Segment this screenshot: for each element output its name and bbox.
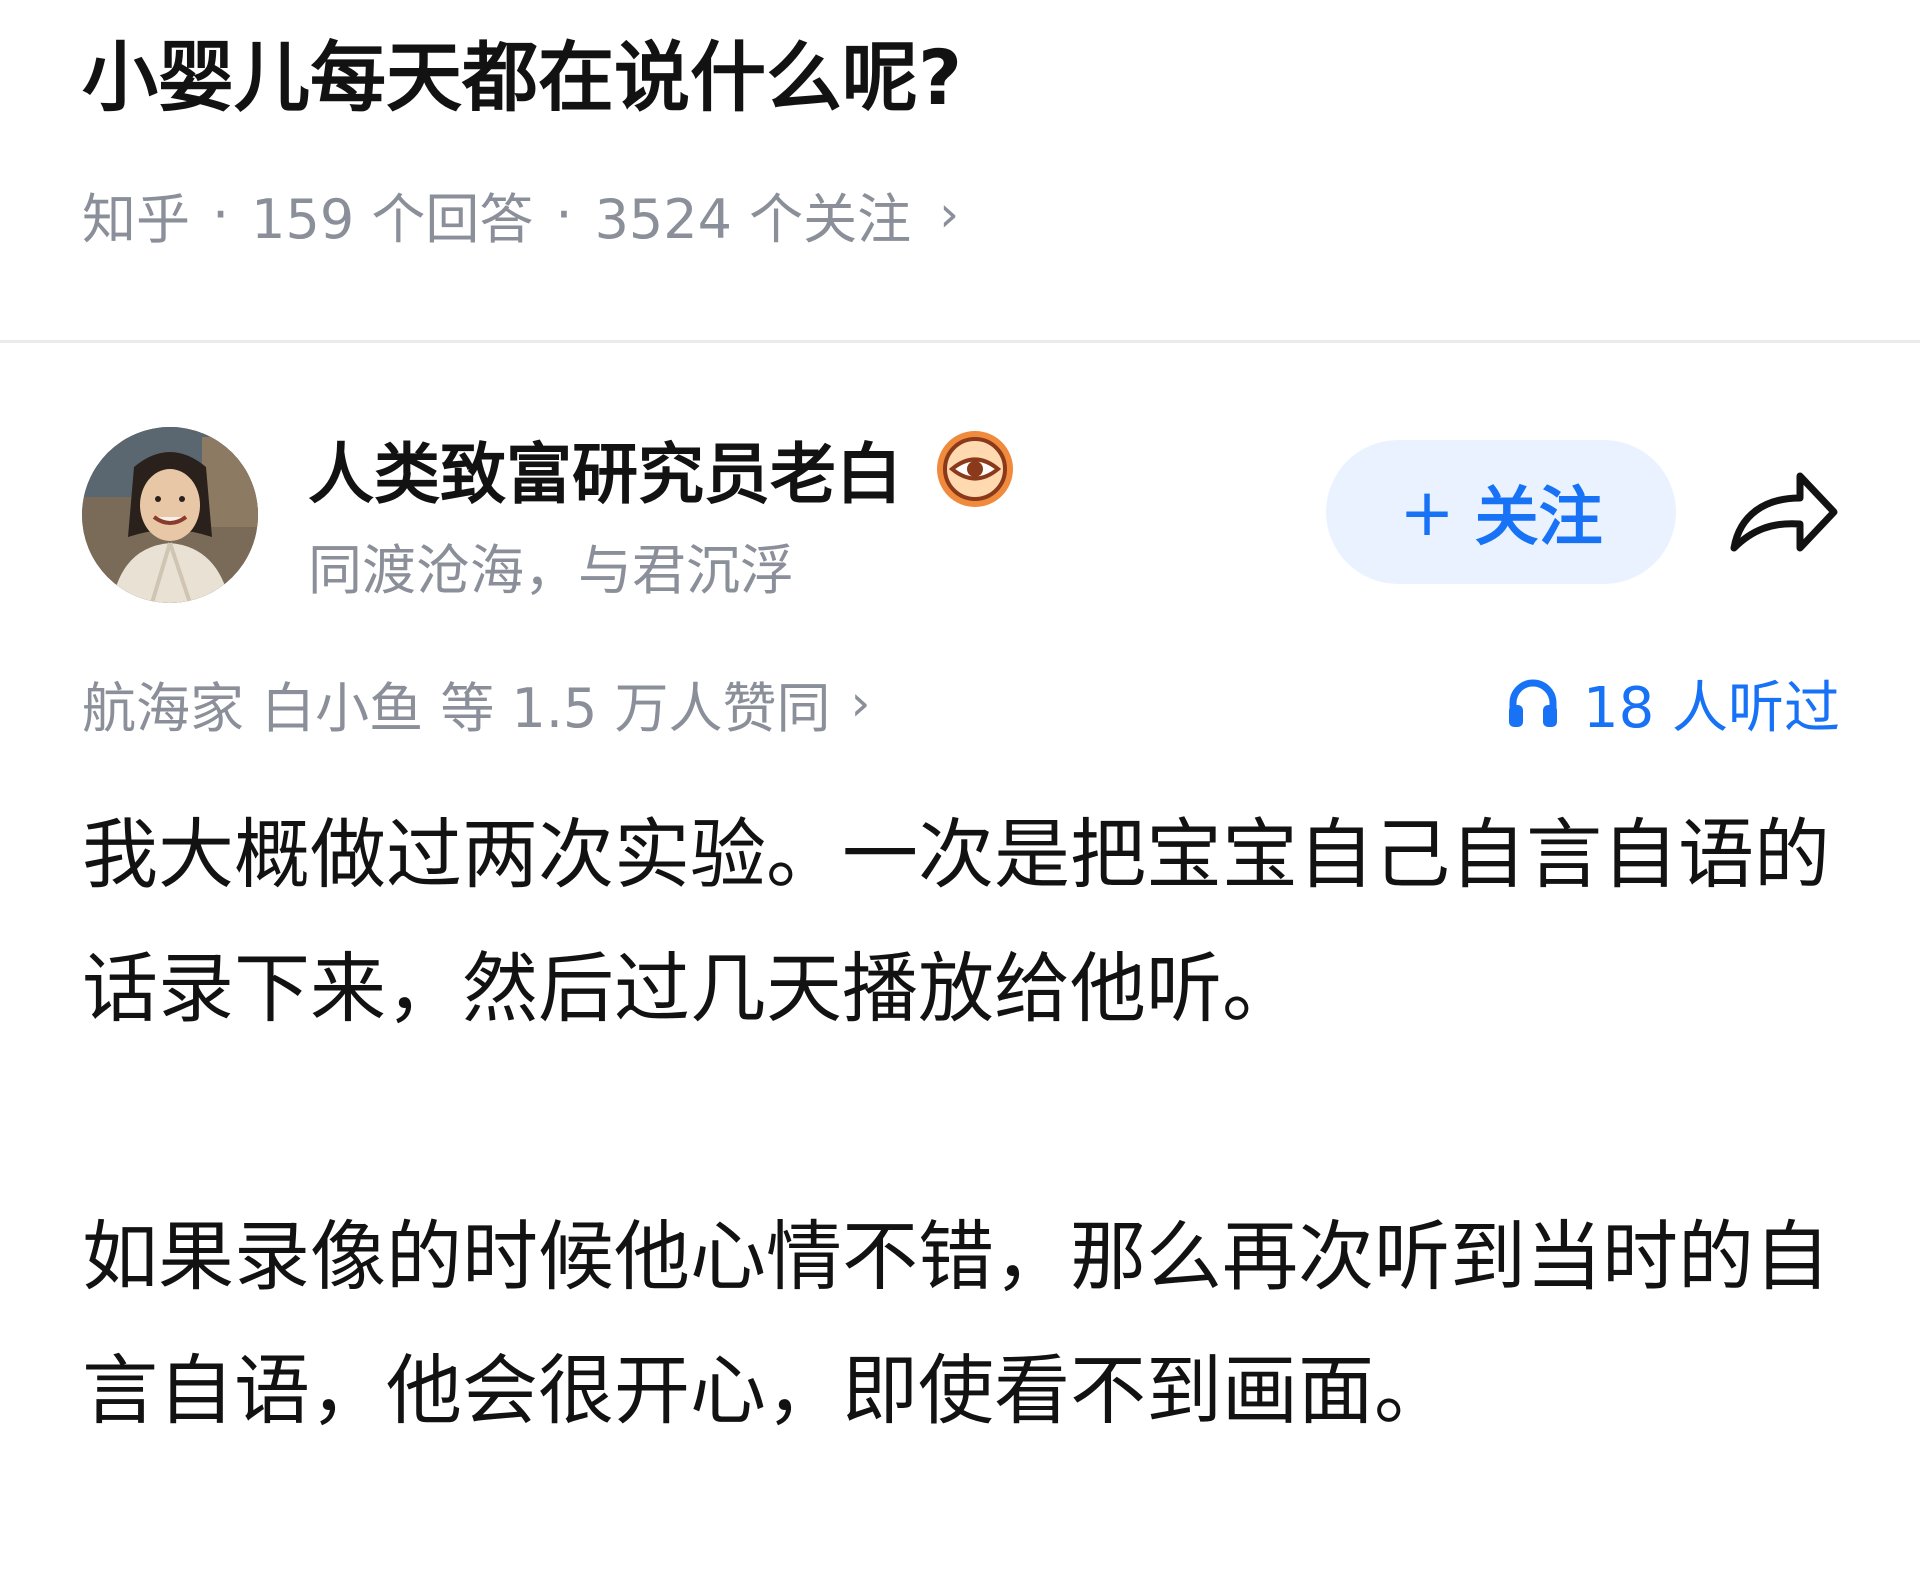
source-label: 知乎 <box>82 187 190 251</box>
answer-body[interactable]: 我大概做过两次实验。一次是把宝宝自己自言自语的话录下来，然后过几天播放给他听。 … <box>82 788 1862 1592</box>
share-arrow-icon[interactable] <box>1726 462 1842 566</box>
chevron-right-icon: › <box>939 185 960 243</box>
voters-text: 航海家 白小鱼 等 1.5 万人赞同 <box>82 676 831 740</box>
author-name-row[interactable]: 人类致富研究员老白 <box>308 424 1016 514</box>
listen-row[interactable]: 18 人听过 <box>1505 660 1840 746</box>
answer-paragraph: 我大概做过两次实验。一次是把宝宝自己自言自语的话录下来，然后过几天播放给他听。 <box>82 810 1830 1033</box>
author-name[interactable]: 人类致富研究员老白 <box>308 421 902 517</box>
avatar-photo <box>82 427 258 603</box>
listen-count: 18 人听过 <box>1582 675 1840 741</box>
divider <box>0 340 1920 343</box>
voters-row[interactable]: 航海家 白小鱼 等 1.5 万人赞同 › <box>82 660 871 746</box>
avatar[interactable] <box>82 427 258 603</box>
follow-label: 关注 <box>1474 481 1603 555</box>
followers-count: 3524 个关注 <box>594 187 912 251</box>
answer-paragraph: 如果录像的时候他心情不错，那么再次听到当时的自言自语，他会很开心，即使看不到画面… <box>82 1212 1830 1435</box>
question-meta[interactable]: 知乎 · 159 个回答 · 3524 个关注 › <box>82 178 960 251</box>
follow-button[interactable]: + 关注 <box>1326 440 1676 584</box>
meta-separator: · <box>212 182 230 246</box>
headphones-icon <box>1508 679 1557 727</box>
answers-count: 159 个回答 <box>251 187 534 251</box>
plus-icon: + <box>1399 473 1455 551</box>
question-title[interactable]: 小婴儿每天都在说什么呢? <box>82 22 962 134</box>
eye-badge-icon <box>937 431 1013 507</box>
author-bio: 同渡沧海，与君沉浮 <box>308 539 794 602</box>
meta-separator: · <box>555 182 573 246</box>
chevron-right-icon: › <box>850 674 871 732</box>
